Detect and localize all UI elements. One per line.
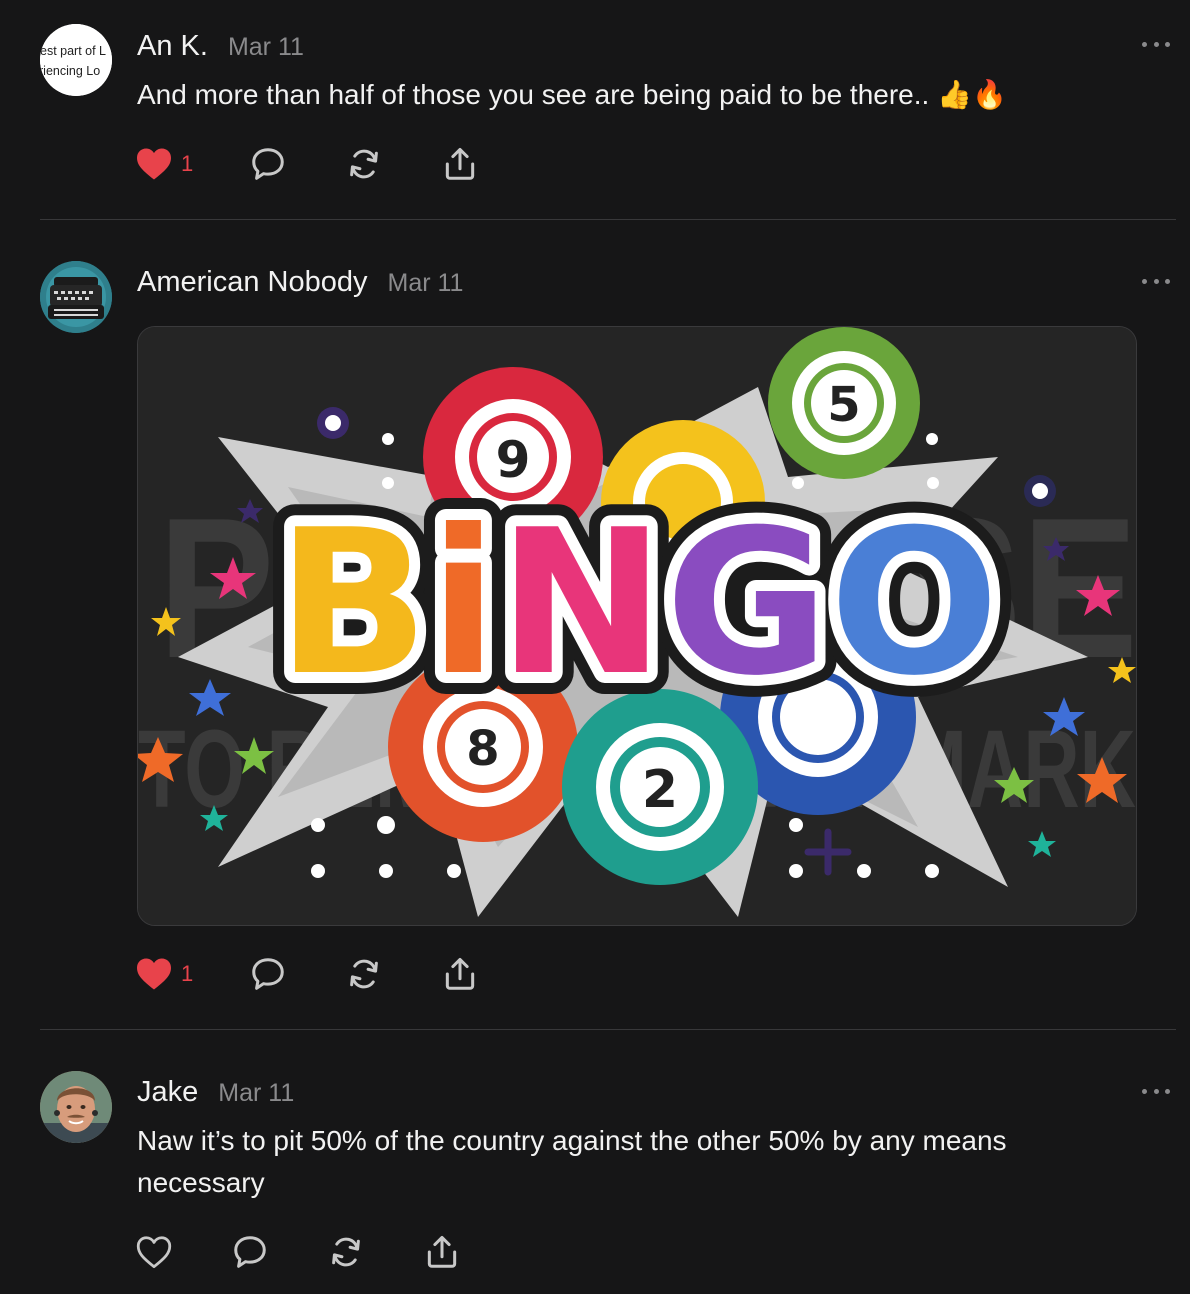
share-icon (445, 957, 475, 990)
repost-button[interactable] (345, 955, 441, 993)
avatar[interactable] (40, 261, 112, 333)
post-header: Jake Mar 11 (137, 1076, 294, 1109)
action-bar: 1 (135, 144, 479, 184)
action-bar (135, 1232, 461, 1272)
post-text: And more than half of those you see are … (137, 79, 1007, 110)
like-count: 1 (181, 961, 194, 986)
divider (40, 219, 1176, 220)
author-name[interactable]: American Nobody (137, 266, 368, 299)
repost-button[interactable] (327, 1233, 423, 1271)
share-button[interactable] (441, 145, 479, 183)
repost-icon (332, 1237, 360, 1267)
ball-number: 2 (642, 760, 678, 820)
comment-icon (252, 958, 284, 990)
like-count: 1 (181, 151, 194, 176)
repost-button[interactable] (345, 145, 441, 183)
ball-number: 5 (827, 377, 860, 433)
share-button[interactable] (441, 955, 479, 993)
avatar-text-line-1: est part of L (40, 44, 106, 58)
heart-icon (137, 148, 171, 180)
author-name[interactable]: Jake (137, 1076, 198, 1109)
typewriter-avatar-image (40, 261, 112, 333)
post-header: An K. Mar 11 (137, 30, 304, 63)
post-header: American Nobody Mar 11 (137, 266, 463, 299)
share-icon (445, 147, 475, 180)
avatar[interactable]: est part of L riencing Lo (40, 24, 112, 96)
post-date[interactable]: Mar 11 (218, 1079, 294, 1108)
like-button[interactable]: 1 (135, 147, 249, 181)
bingo-image: PURCHASE TO REMOVE WATERMARK 8 (138, 327, 1136, 925)
heart-icon (137, 958, 171, 990)
avatar-image: est part of L riencing Lo (40, 24, 112, 96)
author-name[interactable]: An K. (137, 30, 208, 63)
post-image[interactable]: PURCHASE TO REMOVE WATERMARK 8 (137, 326, 1137, 926)
more-icon[interactable] (1142, 1087, 1170, 1095)
like-button[interactable] (135, 1235, 231, 1269)
ball-number: 8 (466, 721, 499, 777)
action-bar: 1 (135, 954, 479, 994)
comment-icon (234, 1236, 266, 1268)
post-text: Naw it’s to pit 50% of the country again… (137, 1125, 1007, 1198)
comment-button[interactable] (231, 1233, 327, 1271)
share-icon (427, 1235, 457, 1268)
comment-icon (252, 148, 284, 180)
post-date[interactable]: Mar 11 (228, 33, 304, 62)
avatar-text-line-2: riencing Lo (40, 64, 100, 78)
share-button[interactable] (423, 1233, 461, 1271)
ball-green: 5 (768, 327, 920, 479)
svg-text:BiNGO: BiNGO (277, 487, 1000, 720)
comment-button[interactable] (249, 145, 345, 183)
post-date[interactable]: Mar 11 (388, 269, 464, 298)
like-button[interactable]: 1 (135, 957, 249, 991)
more-icon[interactable] (1142, 40, 1170, 48)
more-icon[interactable] (1142, 277, 1170, 285)
heart-outline-icon (136, 1236, 172, 1269)
divider (40, 1029, 1176, 1030)
bingo-logo: BiNGO BiNGO BiNGO BiNGO (255, 465, 1022, 742)
person-avatar-image (40, 1071, 112, 1143)
ball-number: 9 (496, 431, 531, 489)
repost-icon (350, 959, 378, 989)
repost-icon (350, 149, 378, 179)
comment-button[interactable] (249, 955, 345, 993)
avatar[interactable] (40, 1071, 112, 1143)
